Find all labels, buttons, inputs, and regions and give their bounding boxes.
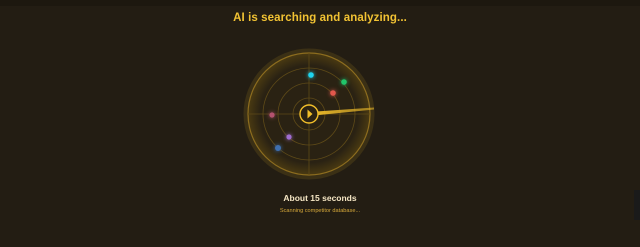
top-bar bbox=[0, 0, 640, 6]
page-title: AI is searching and analyzing... bbox=[233, 12, 407, 24]
status-message: Scanning competitor database... bbox=[279, 208, 361, 214]
blip-cyan bbox=[308, 72, 314, 78]
blip-green bbox=[341, 79, 347, 85]
blip-blue bbox=[275, 145, 281, 151]
eta-text: About 15 seconds bbox=[283, 193, 357, 203]
radar-scanner bbox=[243, 48, 375, 180]
blip-purple bbox=[286, 134, 292, 140]
radar-graphic bbox=[243, 48, 375, 180]
loading-screen: AI is searching and analyzing... About 1… bbox=[0, 0, 640, 247]
blip-red bbox=[330, 90, 336, 96]
blip-pink bbox=[269, 112, 275, 118]
